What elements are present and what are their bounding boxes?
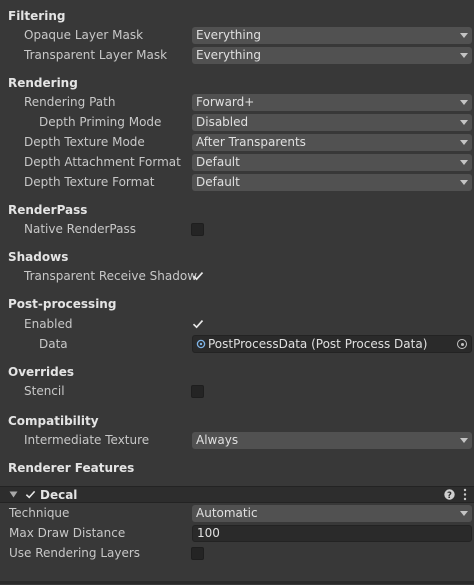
depth-attachment-format-value: Default xyxy=(196,155,240,169)
chevron-down-icon xyxy=(460,33,468,38)
depth-texture-mode-value: After Transparents xyxy=(196,135,306,149)
rendering-path-value: Forward+ xyxy=(196,95,255,109)
use-rendering-layers-checkbox[interactable] xyxy=(191,547,204,560)
transparent-layer-mask-value: Everything xyxy=(196,48,261,62)
svg-text:?: ? xyxy=(447,491,452,500)
section-filtering[interactable]: Filtering xyxy=(8,8,65,24)
section-shadows[interactable]: Shadows xyxy=(8,249,68,265)
technique-dropdown[interactable]: Automatic xyxy=(192,505,472,522)
post-process-data-value: PostProcessData (Post Process Data) xyxy=(208,337,428,351)
opaque-layer-mask-dropdown[interactable]: Everything xyxy=(192,27,472,44)
chevron-down-icon xyxy=(460,160,468,165)
native-renderpass-checkbox[interactable] xyxy=(191,223,204,236)
post-processing-data-label: Data xyxy=(39,337,68,351)
chevron-down-icon xyxy=(460,100,468,105)
depth-texture-format-label: Depth Texture Format xyxy=(24,175,155,189)
chevron-down-icon xyxy=(460,511,468,516)
depth-priming-mode-label: Depth Priming Mode xyxy=(39,115,162,129)
depth-texture-format-dropdown[interactable]: Default xyxy=(192,174,472,191)
post-processing-enabled-checkbox[interactable] xyxy=(192,318,204,330)
depth-attachment-format-label: Depth Attachment Format xyxy=(24,155,181,169)
decal-enabled-checkbox[interactable] xyxy=(25,489,36,500)
chevron-down-icon xyxy=(460,438,468,443)
section-rendering[interactable]: Rendering xyxy=(8,75,78,91)
transparent-layer-mask-label: Transparent Layer Mask xyxy=(24,48,168,62)
opaque-layer-mask-value: Everything xyxy=(196,28,261,42)
depth-priming-mode-value: Disabled xyxy=(196,115,249,129)
transparent-receive-shadow-checkbox[interactable] xyxy=(192,270,204,282)
post-process-data-field[interactable]: PostProcessData (Post Process Data) xyxy=(192,335,472,353)
section-post-processing[interactable]: Post-processing xyxy=(8,296,116,312)
section-renderpass[interactable]: RenderPass xyxy=(8,202,87,218)
decal-title: Decal xyxy=(40,488,78,502)
chevron-down-icon xyxy=(460,120,468,125)
chevron-down-icon xyxy=(460,180,468,185)
stencil-label: Stencil xyxy=(24,384,65,398)
checkmark-icon xyxy=(192,320,204,329)
section-compatibility[interactable]: Compatibility xyxy=(8,413,99,429)
checkmark-icon xyxy=(25,490,36,499)
intermediate-texture-value: Always xyxy=(196,433,239,447)
help-icon[interactable]: ? xyxy=(444,489,455,500)
intermediate-texture-dropdown[interactable]: Always xyxy=(192,432,472,449)
rendering-path-dropdown[interactable]: Forward+ xyxy=(192,94,472,111)
checkmark-icon xyxy=(192,272,204,281)
depth-priming-mode-dropdown[interactable]: Disabled xyxy=(192,114,472,131)
technique-value: Automatic xyxy=(196,506,258,520)
depth-texture-format-value: Default xyxy=(196,175,240,189)
chevron-down-icon xyxy=(460,140,468,145)
transparent-receive-shadow-label: Transparent Receive Shadow xyxy=(24,269,198,283)
intermediate-texture-label: Intermediate Texture xyxy=(24,433,150,447)
section-overrides[interactable]: Overrides xyxy=(8,364,74,380)
max-draw-distance-label: Max Draw Distance xyxy=(9,526,126,540)
section-renderer-features: Renderer Features xyxy=(8,461,135,475)
object-picker-icon[interactable] xyxy=(457,339,467,349)
technique-label: Technique xyxy=(9,506,70,520)
panel-bottom-border xyxy=(0,581,474,584)
max-draw-distance-value: 100 xyxy=(197,526,220,540)
depth-texture-mode-label: Depth Texture Mode xyxy=(24,135,145,149)
native-renderpass-label: Native RenderPass xyxy=(24,222,136,236)
foldout-arrow-icon[interactable] xyxy=(9,490,18,499)
rendering-path-label: Rendering Path xyxy=(24,95,116,109)
scriptable-object-icon xyxy=(196,339,206,349)
depth-texture-mode-dropdown[interactable]: After Transparents xyxy=(192,134,472,151)
depth-attachment-format-dropdown[interactable]: Default xyxy=(192,154,472,171)
chevron-down-icon xyxy=(460,53,468,58)
use-rendering-layers-label: Use Rendering Layers xyxy=(9,546,141,560)
max-draw-distance-field[interactable]: 100 xyxy=(192,525,472,542)
stencil-checkbox[interactable] xyxy=(191,385,204,398)
post-processing-enabled-label: Enabled xyxy=(24,317,73,331)
kebab-menu-icon[interactable] xyxy=(462,488,468,501)
opaque-layer-mask-label: Opaque Layer Mask xyxy=(24,28,144,42)
transparent-layer-mask-dropdown[interactable]: Everything xyxy=(192,47,472,64)
